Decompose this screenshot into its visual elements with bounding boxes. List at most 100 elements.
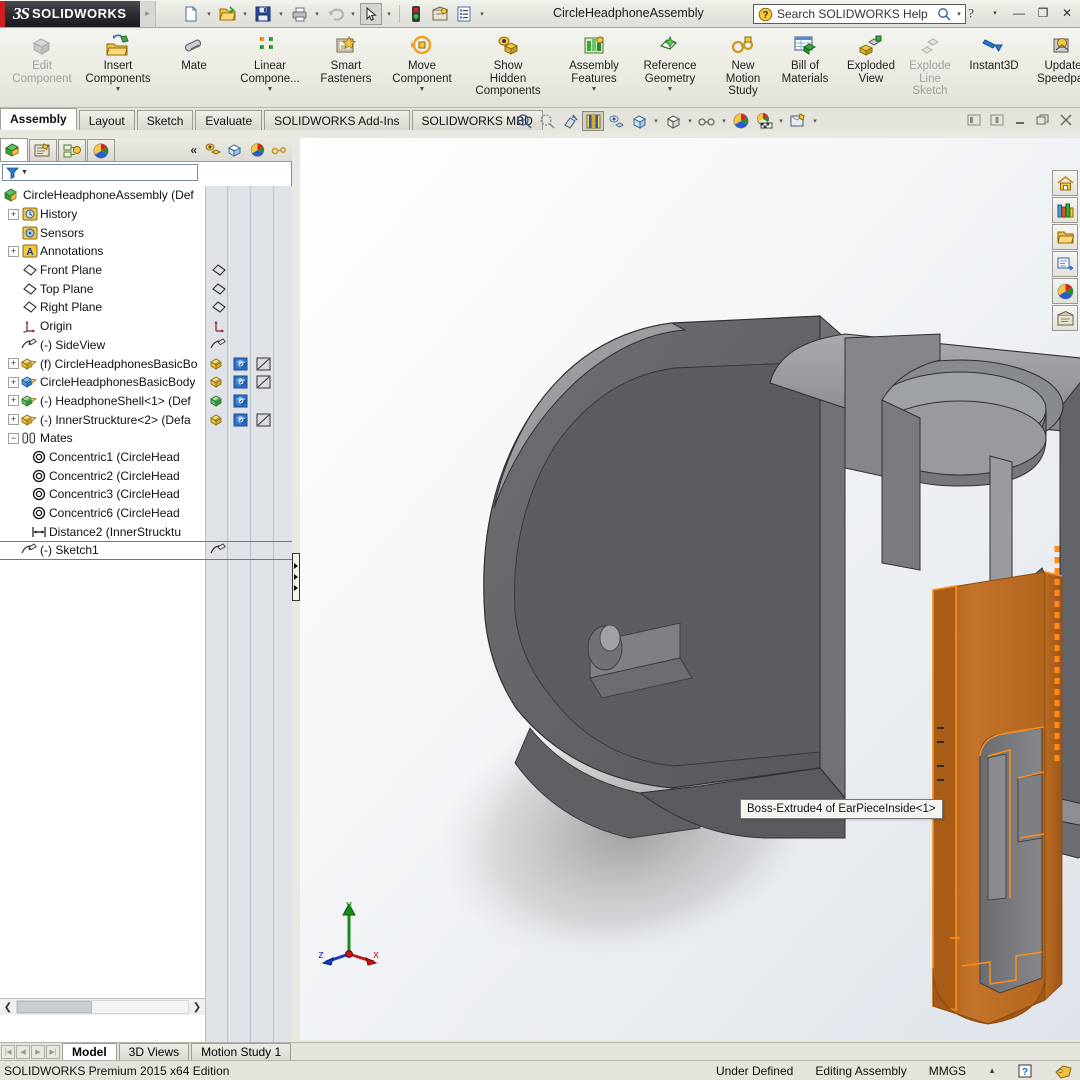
- units-caret-icon[interactable]: ▲: [988, 1066, 996, 1075]
- scrollbar-track[interactable]: [16, 1000, 189, 1014]
- pin-center-icon[interactable]: [989, 112, 1005, 128]
- expand-part-4-icon[interactable]: +: [8, 414, 19, 425]
- ribbon-assembly-features[interactable]: AssemblyFeatures ▼: [556, 28, 632, 104]
- print-document-caret[interactable]: ▾: [312, 10, 322, 18]
- prev-tab-icon[interactable]: ◀: [16, 1045, 30, 1059]
- tree-node-annotations[interactable]: + A Annotations: [0, 242, 292, 261]
- tab-solidworks-add-ins[interactable]: SOLIDWORKS Add-Ins: [264, 110, 409, 130]
- undo-button[interactable]: [324, 3, 346, 25]
- graphics-viewport[interactable]: y x z Boss-Extrude4 of EarPieceInside<1>: [300, 138, 1080, 1040]
- expand-annotations-icon[interactable]: +: [8, 246, 19, 257]
- collapse-panel-icon[interactable]: «: [190, 143, 197, 157]
- tree-root-node[interactable]: CircleHeadphoneAssembly (Def: [0, 186, 292, 205]
- restore-button[interactable]: ❐: [1034, 4, 1052, 22]
- first-tab-icon[interactable]: |◀: [1, 1045, 15, 1059]
- tab-sketch[interactable]: Sketch: [137, 110, 194, 130]
- apply-scene-icon[interactable]: [753, 111, 775, 131]
- collapse-mates-icon[interactable]: −: [8, 433, 19, 444]
- ribbon-linear-component-pattern[interactable]: LinearCompone... ▼: [232, 28, 308, 104]
- linear-component-dropdown-icon[interactable]: ▼: [267, 86, 274, 93]
- tree-node-sideview[interactable]: (-) SideView: [0, 336, 292, 355]
- rebuild-button[interactable]: [405, 3, 427, 25]
- ribbon-move-component[interactable]: MoveComponent ▼: [384, 28, 460, 104]
- print-document-button[interactable]: [288, 3, 310, 25]
- display-style-caret[interactable]: ▾: [651, 117, 661, 125]
- view-orientation-icon[interactable]: [582, 111, 604, 131]
- ribbon-update-speedpak[interactable]: UpdateSpeedpak: [1030, 28, 1080, 104]
- apply-scene-caret[interactable]: ▾: [776, 117, 786, 125]
- status-tag-icon[interactable]: [1054, 1063, 1074, 1079]
- section-view-icon[interactable]: [559, 111, 581, 131]
- document-minimize-icon[interactable]: [1012, 112, 1028, 128]
- view-settings-panel-icon[interactable]: [269, 140, 289, 160]
- tree-node-circleheadphonesbasicbody[interactable]: + CircleHeadphonesBasicBody: [0, 373, 292, 392]
- tree-node-distance2[interactable]: Distance2 (InnerStrucktu: [0, 522, 292, 541]
- document-restore-icon[interactable]: [1035, 112, 1051, 128]
- feature-manager-tab[interactable]: [0, 138, 28, 161]
- pin-left-icon[interactable]: [966, 112, 982, 128]
- tree-node-sketch1[interactable]: (-) Sketch1: [0, 541, 292, 560]
- tab-layout[interactable]: Layout: [79, 110, 135, 130]
- open-document-caret[interactable]: ▾: [240, 10, 250, 18]
- expand-part-3-icon[interactable]: +: [8, 395, 19, 406]
- tree-node-concentric2[interactable]: Concentric2 (CircleHead: [0, 466, 292, 485]
- search-input[interactable]: Search SOLIDWORKS Help: [774, 7, 935, 21]
- zoom-to-fit-icon[interactable]: [513, 111, 535, 131]
- home-icon[interactable]: [1052, 170, 1078, 196]
- undo-caret[interactable]: ▾: [348, 10, 358, 18]
- configuration-manager-tab[interactable]: [58, 139, 86, 161]
- bottom-tab-model[interactable]: Model: [62, 1043, 117, 1060]
- hide-show-glasses-caret[interactable]: ▾: [719, 117, 729, 125]
- open-document-button[interactable]: [216, 3, 238, 25]
- display-style-panel-icon[interactable]: [225, 140, 245, 160]
- tree-node-origin[interactable]: Origin: [0, 317, 292, 336]
- help-caret[interactable]: ▾: [986, 4, 1004, 22]
- headphone-assembly-model[interactable]: [300, 138, 1080, 1040]
- zoom-to-area-icon[interactable]: [536, 111, 558, 131]
- hide-show-components-icon[interactable]: [203, 140, 223, 160]
- ribbon-exploded-view[interactable]: ExplodedView: [840, 28, 902, 104]
- edit-appearance-icon[interactable]: [730, 111, 752, 131]
- library-icon[interactable]: [1052, 197, 1078, 223]
- ribbon-instant3d[interactable]: Instant3D: [962, 28, 1026, 104]
- status-help-badge[interactable]: ?: [1018, 1064, 1032, 1078]
- view-setting-caret[interactable]: ▾: [810, 117, 820, 125]
- assembly-features-dropdown-icon[interactable]: ▼: [591, 86, 598, 93]
- hide-show-glasses-icon[interactable]: [696, 111, 718, 131]
- custom-properties-icon[interactable]: [1052, 305, 1078, 331]
- display-manager-tab[interactable]: [87, 139, 115, 161]
- feature-tree-horizontal-scrollbar[interactable]: ❮ ❯: [0, 998, 205, 1015]
- insert-components-dropdown-icon[interactable]: ▼: [115, 86, 122, 93]
- ribbon-edit-component[interactable]: EditComponent: [4, 28, 80, 104]
- tree-node-circleheadphonesbasicbody-f[interactable]: + (f) CircleHeadphonesBasicBo: [0, 354, 292, 373]
- select-tool-caret[interactable]: ▾: [384, 10, 394, 18]
- minimize-button[interactable]: —: [1010, 4, 1028, 22]
- search-help-box[interactable]: ? Search SOLIDWORKS Help ▾: [753, 4, 966, 24]
- view-cube-icon[interactable]: [662, 111, 684, 131]
- ribbon-smart-fasteners[interactable]: SmartFasteners: [308, 28, 384, 104]
- ribbon-mate[interactable]: Mate: [156, 28, 232, 104]
- scroll-left-icon[interactable]: ❮: [0, 1000, 16, 1015]
- select-tool-button[interactable]: [360, 3, 382, 25]
- reference-geometry-dropdown-icon[interactable]: ▼: [667, 86, 674, 93]
- ribbon-explode-line-sketch[interactable]: ExplodeLineSketch: [902, 28, 958, 104]
- tree-node-right-plane[interactable]: Right Plane: [0, 298, 292, 317]
- tab-evaluate[interactable]: Evaluate: [195, 110, 262, 130]
- display-style-icon[interactable]: [628, 111, 650, 131]
- options-button[interactable]: [453, 3, 475, 25]
- ribbon-new-motion-study[interactable]: NewMotionStudy: [712, 28, 774, 104]
- close-button[interactable]: ✕: [1058, 4, 1076, 22]
- file-properties-button[interactable]: [429, 3, 451, 25]
- panel-splitter[interactable]: [292, 138, 300, 1015]
- property-manager-tab[interactable]: [29, 139, 57, 161]
- expand-history-icon[interactable]: +: [8, 209, 19, 220]
- next-tab-icon[interactable]: ▶: [31, 1045, 45, 1059]
- view-cube-caret[interactable]: ▾: [685, 117, 695, 125]
- bottom-tab-motion-study[interactable]: Motion Study 1: [191, 1043, 291, 1060]
- appearance-panel-icon[interactable]: [247, 140, 267, 160]
- ribbon-reference-geometry[interactable]: ReferenceGeometry ▼: [632, 28, 708, 104]
- file-explorer-icon[interactable]: [1052, 224, 1078, 250]
- filter-dropdown-caret[interactable]: ▼: [21, 169, 28, 176]
- expand-part-1-icon[interactable]: +: [8, 358, 19, 369]
- help-icon[interactable]: ?: [962, 4, 980, 22]
